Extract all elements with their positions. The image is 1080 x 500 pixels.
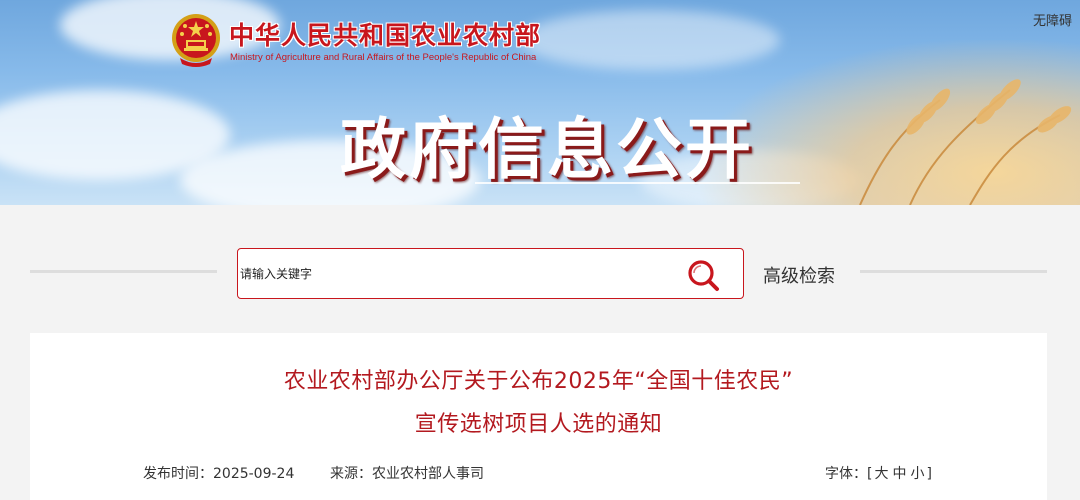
publish-date: 发布时间：2025-09-24 <box>143 463 294 483</box>
search-input[interactable] <box>238 249 678 298</box>
search-divider-left <box>30 270 217 273</box>
accessibility-link[interactable]: 无障碍 <box>1033 10 1072 29</box>
source-value: 农业农村部人事司 <box>372 466 484 482</box>
header-banner: 中华人民共和国农业农村部 Ministry of Agriculture and… <box>0 0 1080 205</box>
article-title-line2: 宣传选树项目人选的通知 <box>414 412 663 437</box>
search-icon[interactable] <box>685 258 721 292</box>
font-size-medium[interactable]: 中 <box>892 466 906 482</box>
page-title: 政府信息公开 <box>340 111 754 188</box>
wheat-icon <box>859 79 1072 205</box>
ministry-name-en: Ministry of Agriculture and Rural Affair… <box>230 52 537 63</box>
title-underline-divider <box>475 182 800 184</box>
font-size-label: 字体： <box>825 466 867 482</box>
font-size-bracket-open: [ <box>867 466 873 482</box>
advanced-search-link[interactable]: 高级检索 <box>763 262 835 288</box>
font-size-bracket-close: ] <box>926 466 932 482</box>
font-size-large[interactable]: 大 <box>874 466 888 482</box>
ministry-name-cn[interactable]: 中华人民共和国农业农村部 <box>229 16 541 52</box>
publish-date-label: 发布时间： <box>143 466 213 482</box>
article-card: 农业农村部办公厅关于公布2025年“全国十佳农民” 宣传选树项目人选的通知 发布… <box>30 333 1047 500</box>
font-size-small[interactable]: 小 <box>910 466 924 482</box>
article-source: 来源：农业农村部人事司 <box>330 463 484 483</box>
publish-date-value: 2025-09-24 <box>213 466 295 482</box>
article-title-line1: 农业农村部办公厅关于公布2025年“全国十佳农民” <box>283 369 794 394</box>
source-label: 来源： <box>330 466 372 482</box>
search-divider-right <box>860 270 1047 273</box>
font-size-control: 字体：[大中小] <box>825 463 932 483</box>
search-box <box>237 248 744 299</box>
national-emblem-icon <box>172 14 220 67</box>
